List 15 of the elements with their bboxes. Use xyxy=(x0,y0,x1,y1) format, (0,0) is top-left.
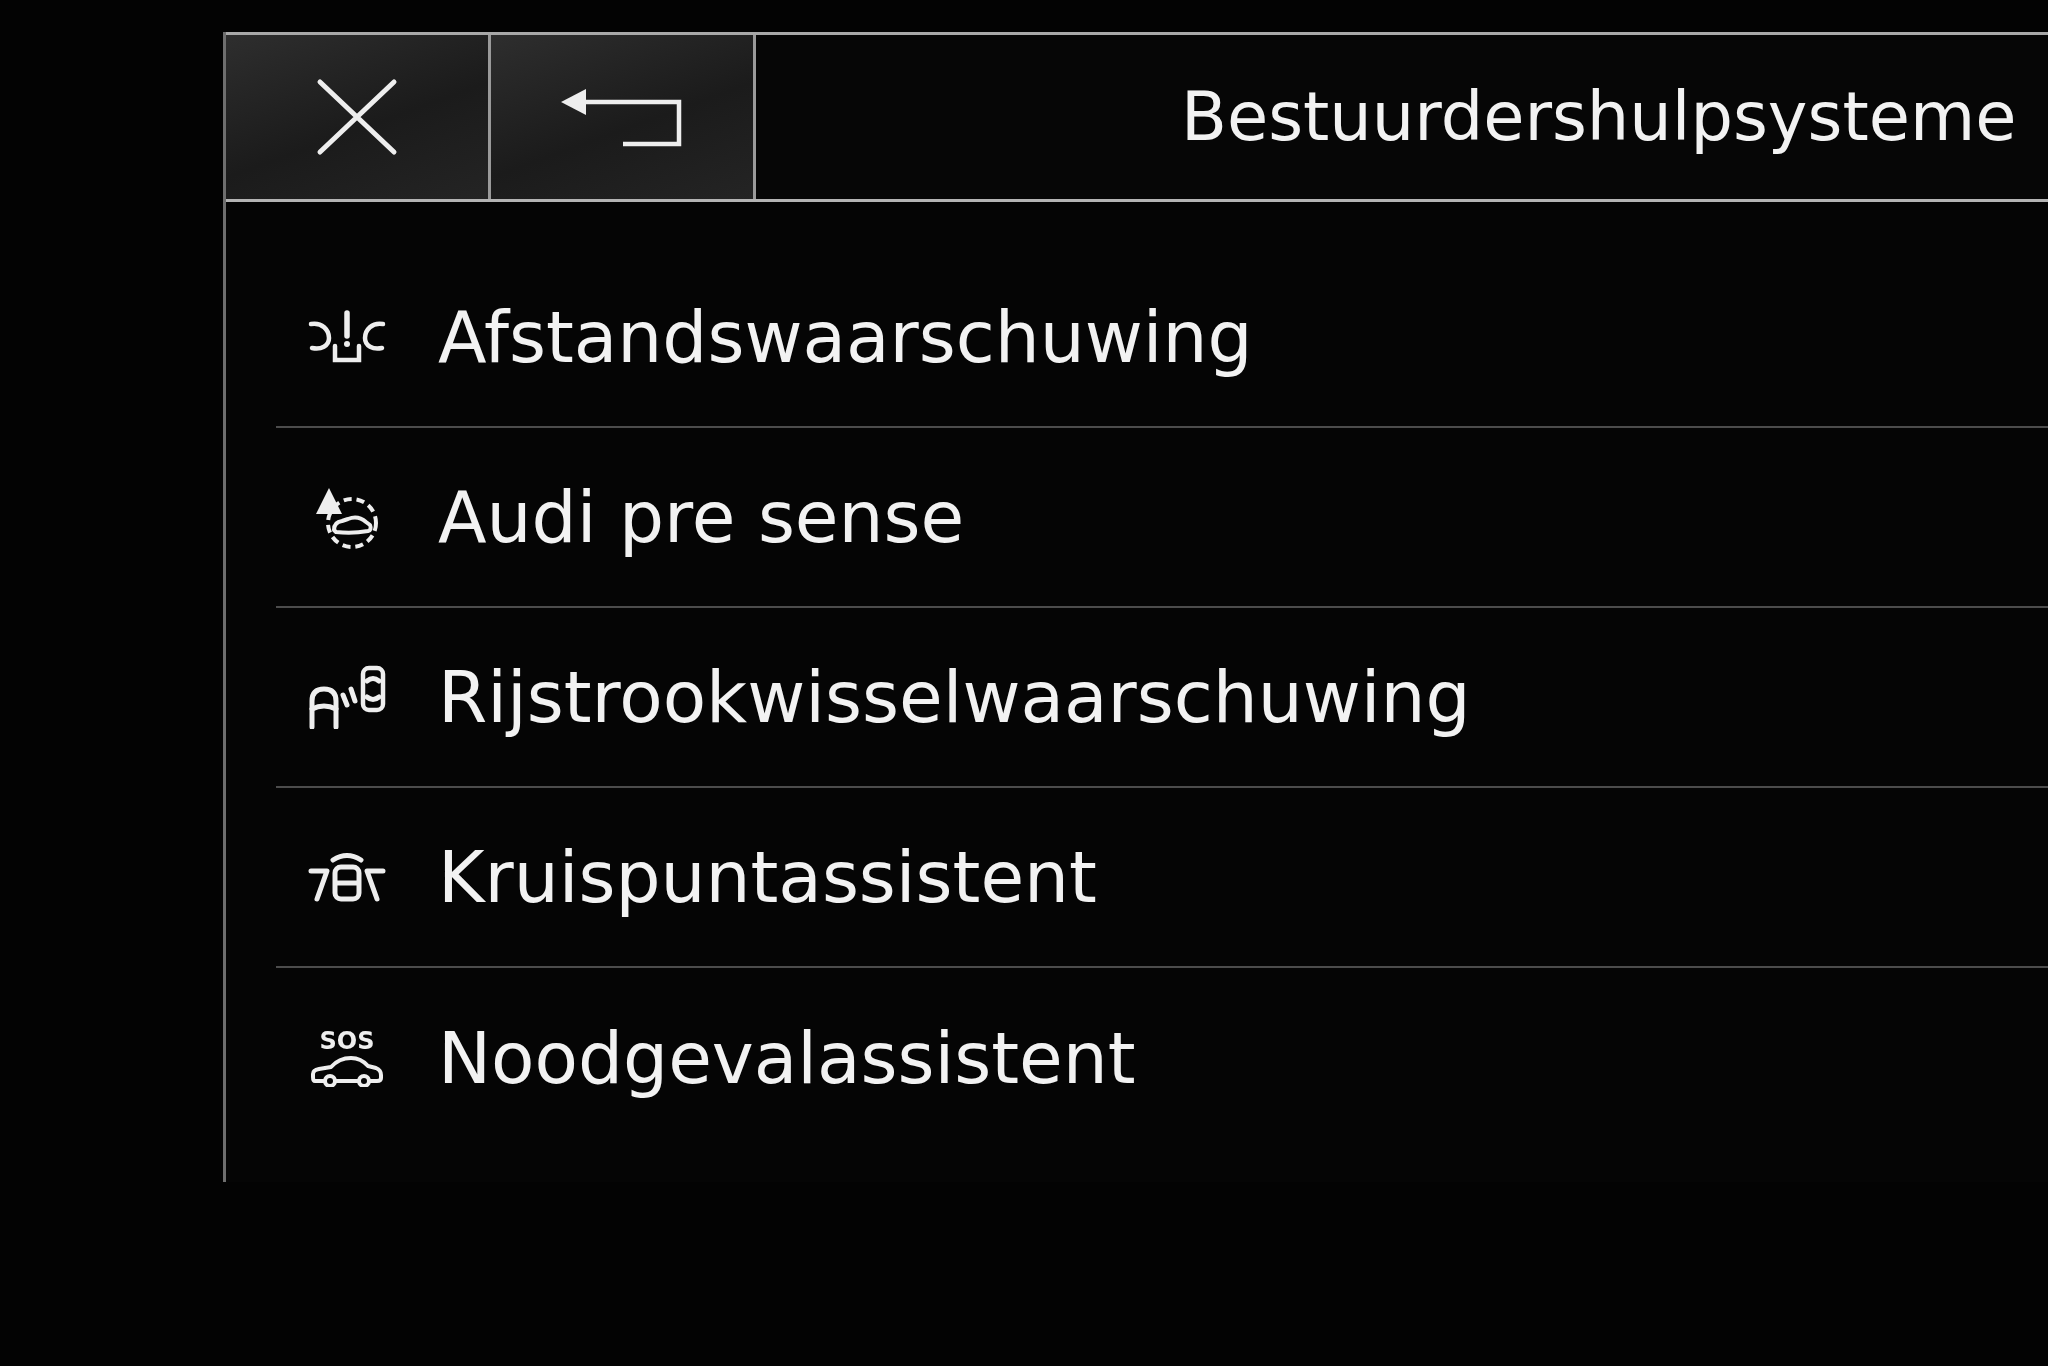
menu-item[interactable]: SOS Noodgevalassistent xyxy=(276,968,2048,1148)
menu-item[interactable]: Afstandswaarschuwing xyxy=(276,248,2048,428)
back-button[interactable] xyxy=(491,35,756,199)
close-icon xyxy=(316,78,398,156)
menu-item[interactable]: Kruispuntassistent xyxy=(276,788,2048,968)
screen-title: Bestuurdershulpsysteme xyxy=(1181,76,2017,158)
menu-item[interactable]: Audi pre sense xyxy=(276,428,2048,608)
car-waves-icon xyxy=(307,665,387,729)
return-arrow-icon xyxy=(561,86,683,148)
car-outline-icon xyxy=(310,1055,384,1087)
close-button[interactable] xyxy=(226,35,491,199)
menu-item[interactable]: Rijstrookwisselwaarschuwing xyxy=(276,608,2048,788)
exclamation-curves-icon xyxy=(307,310,387,364)
car-arrows-icon xyxy=(307,851,387,903)
sos-label: SOS xyxy=(319,1029,375,1053)
